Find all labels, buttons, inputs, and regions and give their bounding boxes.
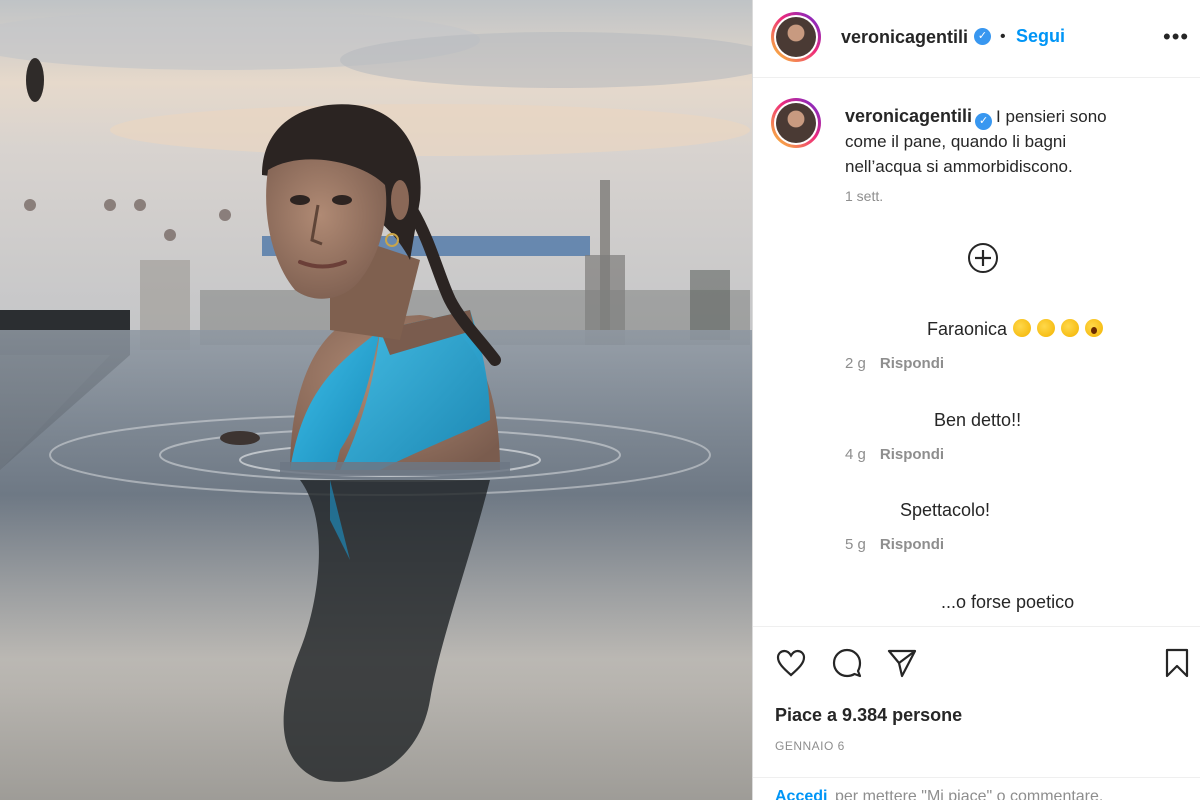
action-bar: Piace a 9.384 persone GENNAIO 6 Accedi p…: [753, 626, 1200, 800]
caption-avatar[interactable]: [771, 98, 821, 148]
post-photo: [0, 0, 752, 800]
login-prompt: Accedi per mettere "Mi piace" o commenta…: [753, 777, 1200, 800]
comment-body: ...o forse poetico: [941, 592, 1075, 612]
comment-meta: 4 g Rispondi: [845, 446, 944, 463]
comment-body: Spettacolo!: [900, 500, 991, 520]
caption-time[interactable]: 1 sett.: [845, 188, 883, 204]
clap-emoji-icon: [1061, 319, 1080, 337]
login-prompt-text: per mettere "Mi piace" o commentare.: [835, 788, 1104, 800]
comment-icon[interactable]: [831, 647, 863, 679]
verified-badge-icon: ✓: [974, 28, 991, 45]
share-icon[interactable]: [886, 647, 918, 679]
reply-button[interactable]: Rispondi: [880, 355, 944, 372]
verified-badge-icon: ✓: [975, 113, 993, 130]
comment-time[interactable]: 5 g: [845, 536, 866, 553]
comment-meta: 2 g Rispondi: [845, 355, 944, 372]
reply-button[interactable]: Rispondi: [880, 446, 944, 463]
more-options-icon[interactable]: •••: [1163, 24, 1189, 50]
heart-icon[interactable]: [775, 647, 807, 679]
astonished-emoji-icon: [1085, 319, 1104, 337]
comment-body: Faraonica: [927, 319, 1008, 339]
clap-emoji-icon: [1013, 319, 1032, 337]
load-more-comments-icon[interactable]: [967, 242, 999, 274]
avatar[interactable]: [771, 12, 821, 62]
separator-dot: •: [1000, 28, 1006, 45]
comment-body: Ben detto!!: [934, 410, 1022, 430]
comment-time[interactable]: 4 g: [845, 446, 866, 463]
comment-text: Faraonica: [927, 319, 1104, 340]
login-link[interactable]: Accedi: [775, 788, 827, 800]
reply-button[interactable]: Rispondi: [880, 536, 944, 553]
clap-emoji-icon: [1037, 319, 1056, 337]
comment-time[interactable]: 2 g: [845, 355, 866, 372]
post-side-panel: veronicagentili ✓ • Segui ••• veronicage…: [752, 0, 1200, 800]
comment-meta: 5 g Rispondi: [845, 536, 944, 553]
caption-text: veronicagentili ✓ I pensieri sono come il …: [845, 104, 1145, 179]
photo-scene: [0, 0, 752, 800]
bookmark-icon[interactable]: [1161, 647, 1193, 679]
username[interactable]: veronicagentili: [841, 27, 968, 48]
caption-username[interactable]: veronicagentili: [845, 106, 972, 126]
post-date: GENNAIO 6: [775, 739, 845, 753]
post-header: veronicagentili ✓ • Segui •••: [753, 0, 1200, 78]
likes-count[interactable]: Piace a 9.384 persone: [775, 705, 962, 726]
follow-button[interactable]: Segui: [1016, 26, 1065, 47]
